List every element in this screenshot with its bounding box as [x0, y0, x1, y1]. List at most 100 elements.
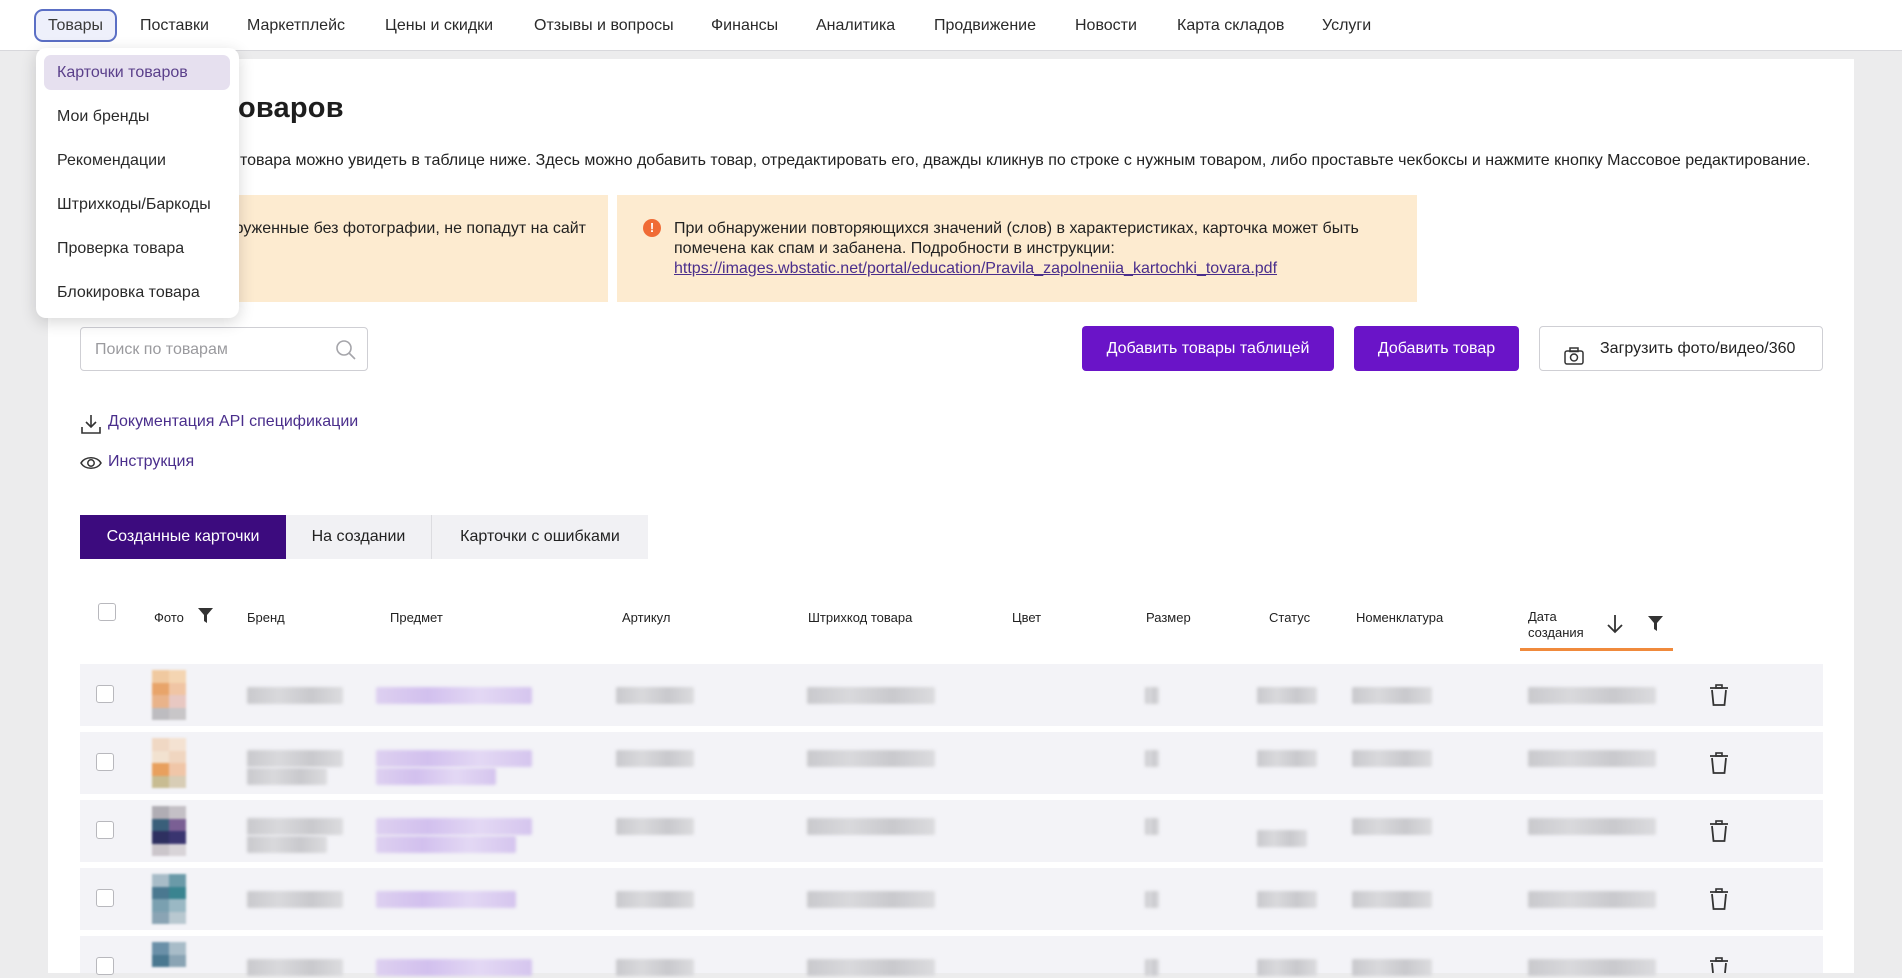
menu-item-product-check[interactable]: Проверка товара: [44, 231, 230, 266]
instruction-pdf-link[interactable]: https://images.wbstatic.net/portal/educa…: [674, 260, 1277, 277]
tab-error-cards[interactable]: Карточки с ошибками: [432, 515, 648, 559]
nav-item-supplies[interactable]: Поставки: [140, 9, 209, 42]
menu-item-product-block[interactable]: Блокировка товара: [44, 275, 230, 310]
nav-item-analytics[interactable]: Аналитика: [816, 9, 895, 42]
row-barcode: [807, 750, 935, 767]
alert-spam-line-1: При обнаружении повторяющихся значений (…: [674, 220, 1359, 237]
table-row[interactable]: [80, 732, 1823, 794]
tab-in-creation[interactable]: На создании: [286, 515, 432, 559]
menu-item-recommendations[interactable]: Рекомендации: [44, 143, 230, 178]
add-item-button[interactable]: Добавить товар: [1354, 326, 1519, 371]
created-date-line-2: создания: [1528, 625, 1584, 640]
column-header-size: Размер: [1146, 610, 1191, 625]
table-row[interactable]: [80, 868, 1823, 930]
photo-filter-icon[interactable]: [197, 607, 214, 630]
alert-spam-warning: ! При обнаружении повторяющихся значений…: [617, 195, 1417, 302]
menu-item-barcodes[interactable]: Штрихкоды/Баркоды: [44, 187, 230, 222]
row-nomenclature: [1352, 959, 1432, 976]
row-size: [1145, 959, 1159, 976]
table-row[interactable]: [80, 936, 1823, 976]
trash-icon[interactable]: [1709, 888, 1729, 915]
row-checkbox[interactable]: [96, 889, 114, 907]
product-photo: [152, 670, 186, 720]
download-icon: [80, 413, 102, 440]
row-brand: [247, 750, 343, 767]
row-brand: [247, 818, 343, 835]
trash-icon[interactable]: [1709, 684, 1729, 711]
trash-icon[interactable]: [1709, 752, 1729, 779]
search-input[interactable]: [93, 328, 327, 372]
row-checkbox[interactable]: [96, 821, 114, 839]
row-brand: [247, 687, 343, 704]
add-items-table-button[interactable]: Добавить товары таблицей: [1082, 326, 1334, 371]
row-checkbox[interactable]: [96, 957, 114, 975]
nav-item-promotion[interactable]: Продвижение: [934, 9, 1036, 42]
row-created-date: [1528, 750, 1656, 767]
nav-item-finance[interactable]: Финансы: [711, 9, 778, 42]
row-size: [1145, 891, 1159, 908]
nav-item-reviews[interactable]: Отзывы и вопросы: [534, 9, 674, 42]
table-row[interactable]: [80, 800, 1823, 862]
row-subject: [376, 750, 532, 767]
row-nomenclature: [1352, 687, 1432, 704]
row-article: [616, 750, 694, 767]
alert-no-photo-text: руженные без фотографии, не попадут на с…: [234, 220, 586, 237]
upload-media-label: Загрузить фото/видео/360: [1600, 340, 1796, 357]
nav-item-news[interactable]: Новости: [1075, 9, 1137, 42]
alert-spam-text: При обнаружении повторяющихся значений (…: [674, 219, 1394, 279]
row-status: [1257, 687, 1317, 704]
table-row[interactable]: [80, 664, 1823, 726]
row-created-date: [1528, 687, 1656, 704]
row-article: [616, 891, 694, 908]
row-created-date: [1528, 818, 1656, 835]
row-brand: [247, 891, 343, 908]
nav-item-goods[interactable]: Товары: [34, 9, 118, 42]
product-photo: [152, 806, 186, 856]
warning-icon: !: [643, 219, 661, 237]
nav-item-services[interactable]: Услуги: [1322, 9, 1371, 42]
trash-icon[interactable]: [1709, 820, 1729, 847]
row-status: [1257, 750, 1317, 767]
column-header-nomenclature: Номенклатура: [1356, 610, 1444, 625]
row-subject: [376, 891, 516, 908]
nav-item-marketplace[interactable]: Маркетплейс: [247, 9, 345, 42]
menu-item-product-cards[interactable]: Карточки товаров: [44, 55, 230, 90]
menu-item-my-brands[interactable]: Мои бренды: [44, 99, 230, 134]
row-checkbox[interactable]: [96, 685, 114, 703]
product-photo: [152, 738, 186, 788]
row-barcode: [807, 891, 935, 908]
instruction-label: Инструкция: [108, 453, 195, 470]
row-barcode: [807, 959, 935, 976]
alert-spam-line-2: помечена как спам и забанена. Подробност…: [674, 240, 1115, 257]
upload-media-button[interactable]: Загрузить фото/видео/360: [1539, 326, 1823, 371]
nav-item-warehouses-map[interactable]: Карта складов: [1177, 9, 1284, 42]
row-barcode: [807, 818, 935, 835]
row-article: [616, 959, 694, 976]
row-subject-line-2: [376, 836, 516, 853]
search-icon[interactable]: [335, 339, 357, 366]
page-title: оваров: [238, 92, 344, 124]
row-size: [1145, 687, 1159, 704]
top-navigation: Товары Поставки Маркетплейс Цены и скидк…: [0, 0, 1902, 51]
column-header-status: Статус: [1269, 610, 1311, 625]
row-article: [616, 687, 694, 704]
row-article: [616, 818, 694, 835]
eye-icon: [80, 453, 102, 478]
sort-down-icon[interactable]: [1606, 613, 1624, 640]
row-subject-line-2: [376, 768, 496, 785]
product-photo: [152, 874, 186, 924]
column-header-created-date[interactable]: Дата создания: [1528, 609, 1584, 641]
trash-icon[interactable]: [1709, 957, 1729, 978]
tab-created-cards[interactable]: Созданные карточки: [80, 515, 286, 559]
select-all-checkbox[interactable]: [98, 603, 116, 621]
column-header-subject: Предмет: [390, 610, 443, 625]
created-date-line-1: Дата: [1528, 609, 1557, 624]
row-brand-line-2: [247, 836, 327, 853]
nav-item-prices[interactable]: Цены и скидки: [385, 9, 493, 42]
date-filter-icon[interactable]: [1647, 615, 1664, 638]
goods-dropdown-menu: Карточки товаров Мои бренды Рекомендации…: [36, 48, 239, 318]
row-checkbox[interactable]: [96, 753, 114, 771]
search-box: [80, 327, 368, 372]
column-header-photo: Фото: [154, 610, 184, 625]
row-size: [1145, 818, 1159, 835]
